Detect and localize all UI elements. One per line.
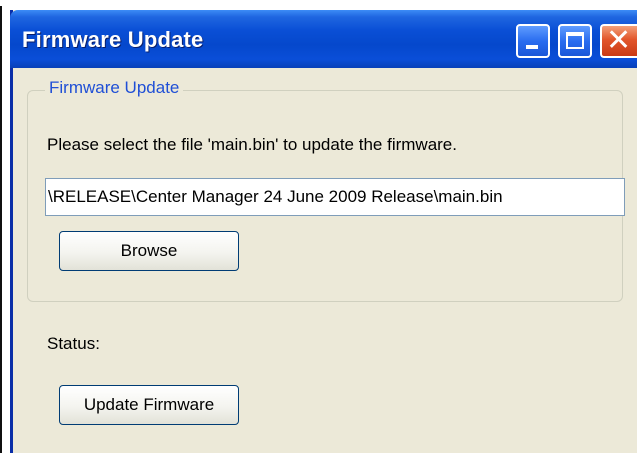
update-firmware-button[interactable]: Update Firmware xyxy=(59,385,239,425)
close-icon: ✕ xyxy=(606,24,632,57)
window-title: Firmware Update xyxy=(22,27,204,52)
maximize-button[interactable] xyxy=(558,24,592,58)
minimize-button[interactable] xyxy=(516,24,550,58)
minimize-icon xyxy=(526,45,538,49)
browse-button[interactable]: Browse xyxy=(59,231,239,271)
title-bar[interactable]: Firmware Update ✕ xyxy=(10,10,637,68)
instruction-text: Please select the file 'main.bin' to upd… xyxy=(47,135,457,154)
status-label: Status: xyxy=(47,334,100,353)
background-edge xyxy=(0,6,2,453)
maximize-icon xyxy=(566,32,584,49)
file-path-input[interactable] xyxy=(45,178,625,216)
group-legend: Firmware Update xyxy=(45,78,184,98)
close-button[interactable]: ✕ xyxy=(600,24,637,58)
